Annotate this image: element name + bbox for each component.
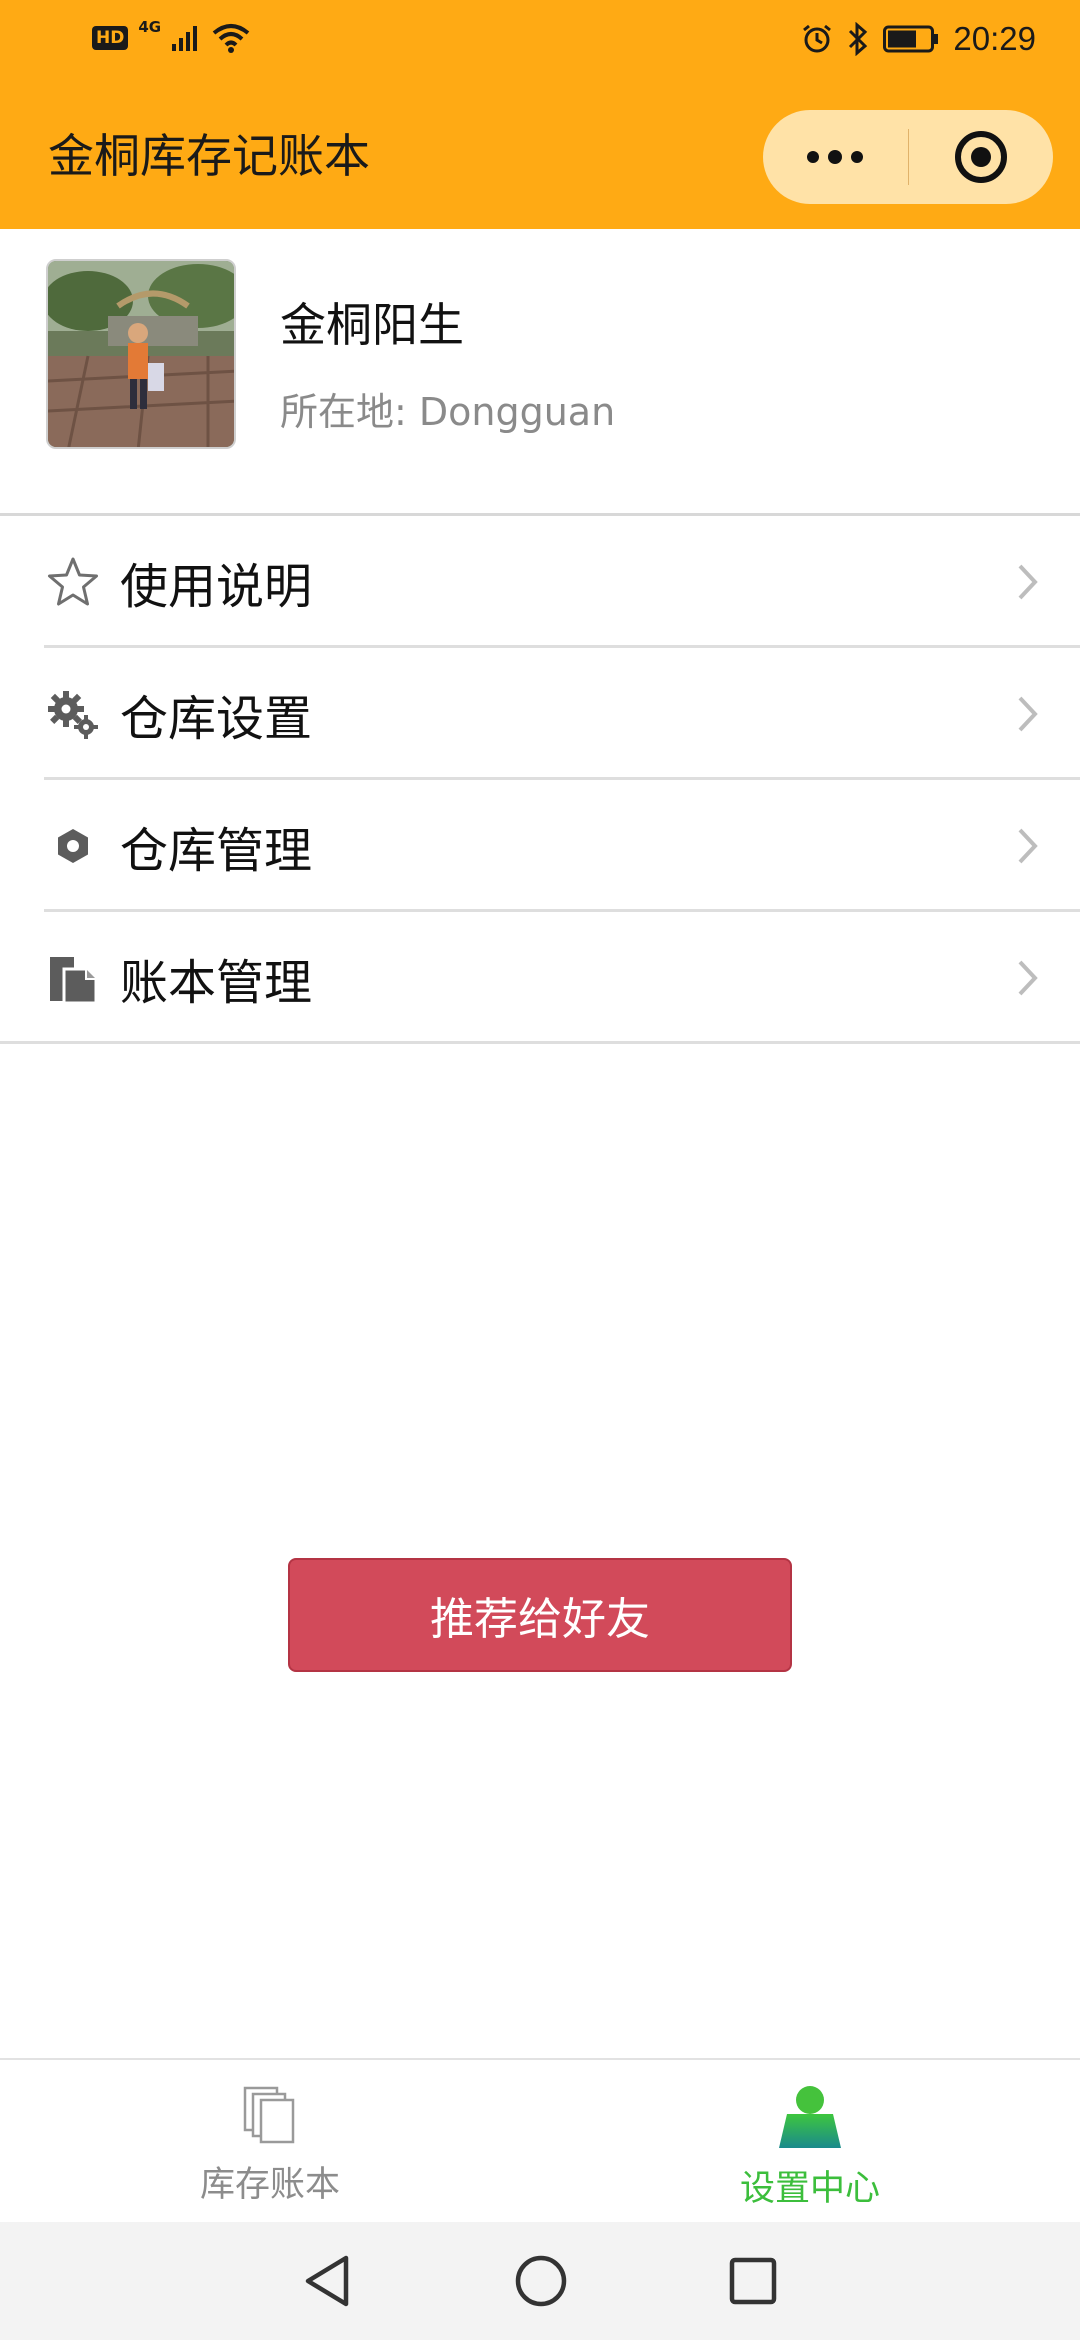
battery-icon [883,25,939,53]
close-miniprogram-button[interactable] [909,110,1054,204]
profile-card: 金桐阳生 所在地: Dongguan [0,229,1080,516]
system-navigation-bar [0,2222,1080,2340]
more-button[interactable] [763,110,908,204]
tab-bar: 库存账本 设置中心 [0,2058,1080,2222]
status-left: HD 4G [92,18,251,54]
user-location: 所在地: Dongguan [280,390,616,434]
divider [0,1041,1080,1044]
tab-label: 设置中心 [739,2169,880,2209]
header-bar: HD 4G 20:29 金桐库存记账本 [0,0,1080,229]
wifi-icon [212,24,250,53]
tab-label: 库存账本 [199,2165,340,2205]
tab-inventory-ledger[interactable]: 库存账本 [0,2060,540,2222]
menu-item-warehouse-management[interactable]: 仓库管理 [0,780,1080,912]
hd-badge: HD [92,26,129,50]
chevron-right-icon [1018,828,1038,864]
menu-item-ledger-management[interactable]: 账本管理 [0,912,1080,1044]
pages-icon [243,2086,295,2144]
status-bar: HD 4G 20:29 [0,0,1080,84]
documents-icon [44,949,102,1007]
avatar[interactable] [46,259,236,449]
chevron-right-icon [1018,960,1038,996]
clock: 20:29 [953,20,1036,57]
menu-item-warehouse-settings[interactable]: 仓库设置 [0,648,1080,780]
chevron-right-icon [1018,564,1038,600]
alarm-icon [803,24,832,53]
bluetooth-icon [849,22,868,56]
target-icon [954,131,1007,183]
settings-menu: 使用说明 仓库设置 仓库管理 账本管理 [0,516,1080,1044]
menu-item-usage-guide[interactable]: 使用说明 [0,516,1080,648]
recommend-to-friend-button[interactable]: 推荐给好友 [288,1558,792,1672]
user-icon [779,2086,841,2148]
star-icon [44,553,102,611]
signal-icon [172,26,198,51]
gears-icon [44,685,102,743]
network-type: 4G [138,18,162,36]
recents-icon[interactable] [728,2256,778,2306]
hexagon-icon [44,817,102,875]
chevron-right-icon [1018,696,1038,732]
menu-item-label: 账本管理 [120,955,313,1011]
status-right: 20:29 [801,20,1036,58]
home-icon[interactable] [514,2254,568,2308]
menu-item-label: 仓库管理 [120,823,313,879]
miniprogram-capsule [763,110,1053,204]
back-icon[interactable] [302,2253,354,2309]
menu-item-label: 仓库设置 [120,691,313,747]
menu-item-label: 使用说明 [120,559,313,615]
more-dots-icon [807,150,864,164]
page-title: 金桐库存记账本 [48,129,370,183]
user-name: 金桐阳生 [280,298,464,352]
avatar-photo [48,261,234,447]
tab-settings-center[interactable]: 设置中心 [540,2060,1080,2222]
